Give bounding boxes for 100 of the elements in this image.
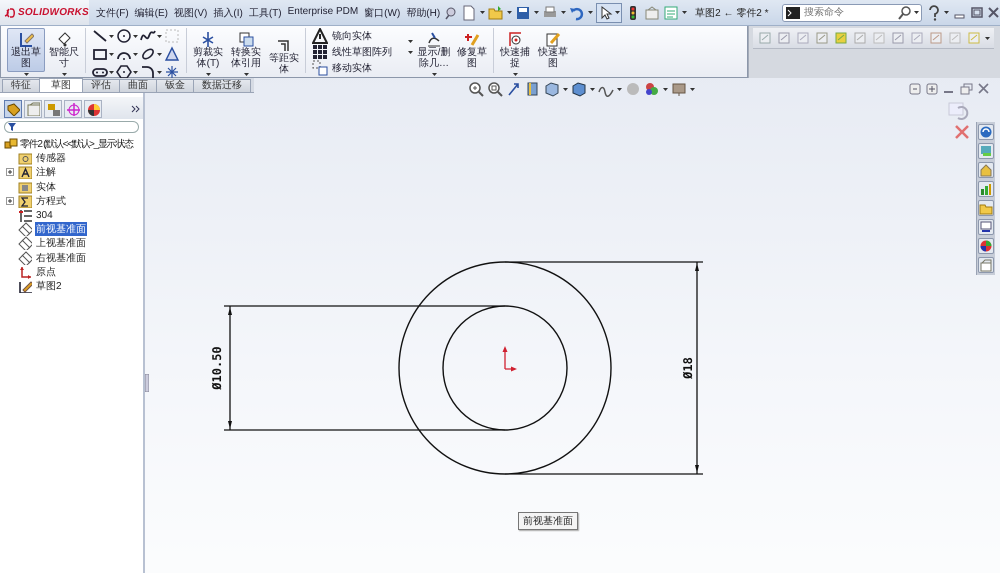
caret-icon[interactable] [157,70,162,74]
sw-resources-icon[interactable] [978,124,994,140]
command-button[interactable]: 线性草图阵列 [312,44,392,60]
caret-icon[interactable] [133,70,138,74]
select-tool-button[interactable] [596,2,622,22]
custom-properties-icon[interactable] [978,257,994,273]
menu-item[interactable]: 窗口(W) [361,6,404,20]
appearances-icon[interactable] [978,238,994,254]
polygon-icon[interactable] [116,64,132,80]
restore-icon[interactable] [960,83,973,95]
view-settings-icon[interactable] [671,81,687,97]
caret-icon[interactable] [408,40,413,43]
save-icon[interactable] [515,4,532,20]
point-icon[interactable] [164,64,180,80]
line-icon[interactable] [92,28,108,44]
menu-item[interactable]: 工具(T) [246,6,285,20]
expand-icon[interactable] [6,168,14,176]
outer-circle[interactable] [398,261,612,475]
fillet-icon[interactable] [140,64,156,80]
ribbon-button[interactable]: 快速捕捉 [496,28,534,72]
split-view-icon[interactable] [926,83,938,95]
search-input[interactable]: 搜索命令 [804,7,894,18]
menu-item[interactable]: 帮助(H) [403,6,444,20]
caret-icon[interactable] [590,88,595,90]
caret-icon[interactable] [944,11,949,14]
tree-item[interactable]: 右视基准面 [35,250,87,265]
caret-icon[interactable] [690,88,695,90]
view-orientation-icon[interactable] [544,81,560,97]
caret-icon[interactable] [432,73,436,76]
chevron-icon[interactable] [131,104,141,114]
ribbon-button[interactable]: 显示/删除几… [415,28,453,72]
menu-item[interactable]: 插入(I) [210,6,246,20]
caret-icon[interactable] [109,52,114,56]
tree-item[interactable]: 前视基准面 [35,222,87,236]
caret-icon[interactable] [62,73,66,76]
tree-item[interactable]: 草图2 [35,278,63,293]
caret-icon[interactable] [133,34,138,38]
tree-item[interactable]: 上视基准面 [35,236,87,250]
command-button[interactable]: 镜向实体 [312,28,392,44]
caret-icon[interactable] [109,34,114,38]
tree-item[interactable]: 304 [35,210,54,221]
tree-root-label[interactable]: 零件2 (默认<<默认>_显示状态 [19,137,134,152]
search-field[interactable]: 搜索命令 [782,4,922,22]
tree-item[interactable]: 注解 [35,165,57,180]
zoom-to-fit-icon[interactable] [468,81,484,97]
bar-chart-icon[interactable] [978,181,994,197]
previous-view-icon[interactable] [506,81,522,97]
caret-icon[interactable] [512,73,518,76]
menu-item[interactable]: Enterprise PDM [284,6,362,20]
panel-tab[interactable] [84,100,102,118]
ribbon-button[interactable]: 退出草图 [7,28,45,72]
panel-tab[interactable] [4,100,22,118]
circle-icon[interactable] [116,28,132,44]
cancel-icon[interactable] [954,124,970,140]
caret-icon[interactable] [480,11,486,14]
zoom-area-icon[interactable] [487,81,503,97]
close-icon[interactable] [987,6,1000,19]
caret-icon[interactable] [244,73,248,76]
tile-view-icon[interactable] [909,83,921,95]
inner-circle[interactable] [442,305,568,431]
caret-icon[interactable] [133,52,138,56]
tab[interactable]: 评估 [82,79,120,92]
tree-item[interactable]: 传感器 [35,151,67,166]
ellipse-icon[interactable] [140,46,156,62]
maximize-icon[interactable] [970,6,983,19]
caret-icon[interactable] [109,70,114,74]
ribbon-button[interactable]: 快速草图 [534,28,572,72]
caret-icon[interactable] [157,52,162,56]
command-button[interactable]: 移动实体 [312,60,392,76]
expand-icon[interactable] [6,196,14,205]
tree-item[interactable]: 原点 [35,264,57,279]
caret-icon[interactable] [588,11,594,14]
tab[interactable]: 数据迁移 [193,79,251,92]
tab[interactable]: 钣金 [156,79,194,92]
caret-icon[interactable] [561,11,566,14]
caret-icon[interactable] [682,11,688,14]
help-icon[interactable] [926,4,940,20]
tree-item[interactable]: 实体 [35,180,57,194]
caret-icon[interactable] [663,88,668,90]
new-document-icon[interactable] [461,4,478,20]
menu-item[interactable]: 编辑(E) [132,6,172,20]
filter-field[interactable] [4,121,139,133]
caret-icon[interactable] [507,11,512,14]
scene-icon[interactable] [644,81,660,97]
display-style-icon[interactable] [571,81,587,97]
ribbon-button[interactable]: 剪裁实体(T) [189,28,227,72]
ribbon-button[interactable]: 转换实体引用 [227,28,265,72]
tab[interactable]: 草图 [39,78,83,92]
caret-icon[interactable] [206,73,210,76]
close-icon[interactable] [978,83,990,95]
caret-icon[interactable] [157,34,162,38]
menu-item[interactable]: 视图(V) [171,6,210,20]
caret-icon[interactable] [985,36,990,40]
caret-icon[interactable] [534,11,540,14]
rectangle-icon[interactable] [92,46,108,62]
home-icon[interactable] [978,162,994,178]
menu-item[interactable]: 文件(F) [92,6,132,20]
ribbon-button[interactable]: 等距实体 [265,34,303,78]
caret-icon[interactable] [408,51,413,54]
caret-icon[interactable] [617,88,622,90]
